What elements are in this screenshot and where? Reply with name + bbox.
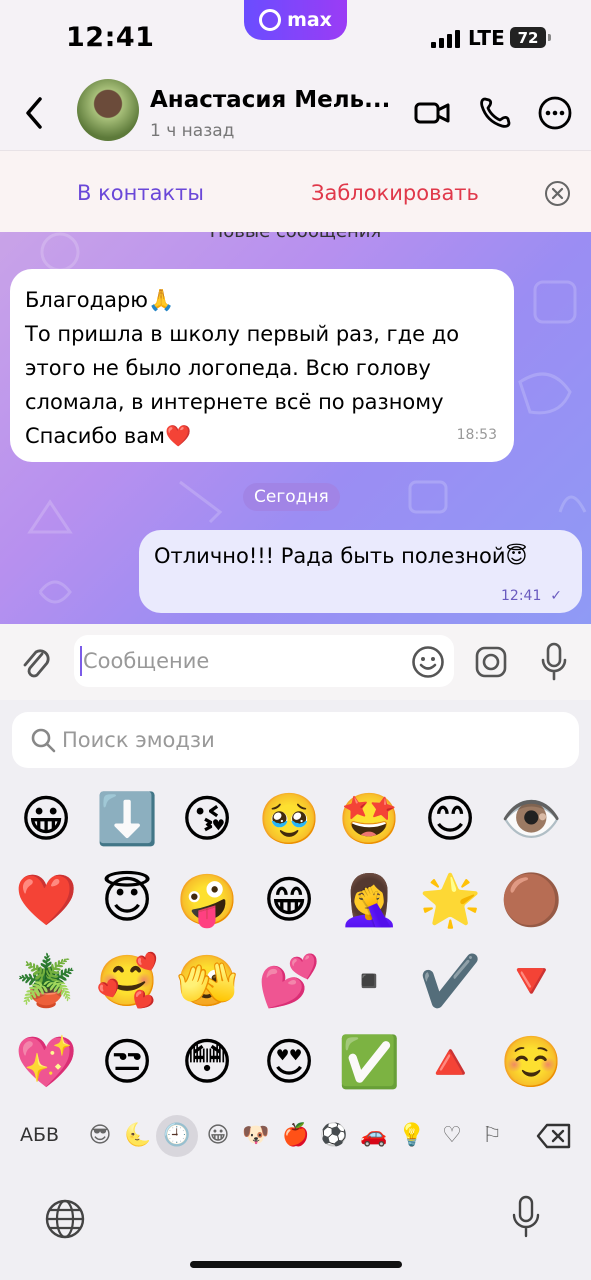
new-messages-divider: Новые сообщения: [0, 232, 591, 242]
emoji[interactable]: 🌟: [419, 869, 481, 931]
battery-level: 72: [517, 28, 539, 47]
date-chip: Сегодня: [243, 483, 340, 511]
avatar[interactable]: [77, 79, 139, 141]
emoji[interactable]: ❤️: [15, 869, 77, 931]
category-faces-icon[interactable]: 😀: [204, 1122, 232, 1150]
unknown-contact-bar: В контакты Заблокировать: [0, 150, 591, 232]
search-icon: [31, 728, 56, 753]
message-input[interactable]: [74, 635, 454, 687]
emoji[interactable]: ☺️: [500, 1031, 562, 1093]
emoji[interactable]: 🫣: [176, 950, 238, 1012]
emoji[interactable]: 😀: [15, 788, 77, 850]
sent-check-icon: ✓: [550, 588, 562, 604]
last-seen: 1 ч назад: [150, 121, 235, 141]
emoji[interactable]: ⬇️: [96, 788, 158, 850]
category-animals-icon[interactable]: 🐶: [242, 1122, 270, 1150]
emoji[interactable]: ✔️: [419, 950, 481, 1012]
emoji[interactable]: 😒: [96, 1031, 158, 1093]
category-night-icon[interactable]: 🌜: [124, 1122, 152, 1150]
message-composer: [0, 624, 591, 700]
network-type: LTE: [468, 26, 505, 50]
emoji[interactable]: 🤩: [338, 788, 400, 850]
emoji[interactable]: 😊: [419, 788, 481, 850]
message-line: сломала, в интернете всё по разному: [25, 390, 444, 414]
outgoing-message[interactable]: Отлично!!! Рада быть полезной😇 12:41 ✓: [139, 530, 582, 613]
emoji[interactable]: 💕: [258, 950, 320, 1012]
phone-icon[interactable]: [477, 95, 513, 131]
message-time: 18:53: [456, 427, 497, 443]
more-icon[interactable]: [537, 95, 573, 131]
category-objects-icon[interactable]: 💡: [398, 1122, 426, 1150]
emoji-row: 🪴 🥰 🫣 💕 ▪️ ✔️ 🔻: [0, 950, 591, 1030]
dictation-microphone-icon[interactable]: [511, 1194, 541, 1240]
category-travel-icon[interactable]: 🚗: [360, 1122, 388, 1150]
emoji-row: 💖 😒 😳 😍 ✅ 🔺 ☺️: [0, 1031, 591, 1111]
emoji[interactable]: 🟤: [500, 869, 562, 931]
incoming-message[interactable]: Благодарю🙏 То пришла в школу первый раз,…: [10, 269, 514, 462]
message-time: 12:41: [501, 588, 542, 604]
category-activity-icon[interactable]: ⚽: [320, 1122, 348, 1150]
category-smileys-icon[interactable]: 😎: [86, 1122, 114, 1150]
category-flags-icon[interactable]: ⚐: [478, 1122, 506, 1150]
backspace-icon[interactable]: [536, 1122, 572, 1150]
category-symbols-icon[interactable]: ♡: [438, 1122, 466, 1150]
back-icon[interactable]: [20, 93, 50, 133]
emoji[interactable]: 🤦‍♀️: [338, 869, 400, 931]
video-call-icon[interactable]: [414, 95, 450, 131]
max-app-badge[interactable]: max: [244, 0, 347, 40]
emoji[interactable]: 🔻: [500, 950, 562, 1012]
category-food-icon[interactable]: 🍎: [282, 1122, 310, 1150]
paperclip-icon[interactable]: [20, 644, 52, 682]
signal-icon: [431, 30, 460, 48]
emoji[interactable]: ▪️: [338, 950, 400, 1012]
chat-header: Анастасия Мель... 1 ч назад: [0, 75, 591, 150]
emoji[interactable]: 🔺: [419, 1031, 481, 1093]
message-meta: 12:41 ✓: [501, 588, 562, 604]
chat-area[interactable]: Новые сообщения Благодарю🙏 То пришла в ш…: [0, 232, 591, 624]
emoji[interactable]: 😳: [176, 1031, 238, 1093]
emoji-toggle-icon[interactable]: [411, 645, 445, 679]
alphabet-keyboard-button[interactable]: АБВ: [20, 1124, 59, 1146]
emoji[interactable]: 😇: [96, 869, 158, 931]
home-indicator[interactable]: [190, 1261, 402, 1268]
emoji-category-bar: АБВ 😎 🌜 🕘 😀 🐶 🍎 ⚽ 🚗 💡 ♡ ⚐: [0, 1112, 591, 1162]
emoji[interactable]: ✅: [338, 1031, 400, 1093]
text-cursor: [80, 646, 82, 676]
close-icon[interactable]: [544, 180, 571, 207]
status-bar: 12:41 max LTE 72: [0, 0, 591, 75]
emoji[interactable]: 😍: [258, 1031, 320, 1093]
emoji[interactable]: 🤪: [176, 869, 238, 931]
emoji[interactable]: 👁️: [500, 788, 562, 850]
category-recent-icon[interactable]: 🕘: [156, 1115, 198, 1157]
max-badge-label: max: [287, 9, 332, 31]
emoji-search-input[interactable]: [62, 712, 562, 768]
clock: 12:41: [66, 22, 155, 53]
emoji[interactable]: 💖: [15, 1031, 77, 1093]
contact-name[interactable]: Анастасия Мель...: [150, 87, 390, 113]
emoji[interactable]: 😁: [258, 869, 320, 931]
message-line: То пришла в школу первый раз, где до: [25, 322, 460, 346]
emoji[interactable]: 🪴: [15, 950, 77, 1012]
emoji[interactable]: 🥹: [258, 788, 320, 850]
block-button[interactable]: Заблокировать: [311, 181, 479, 205]
emoji[interactable]: 🥰: [96, 950, 158, 1012]
emoji[interactable]: 😘: [176, 788, 238, 850]
add-to-contacts-button[interactable]: В контакты: [77, 181, 204, 205]
emoji-search-box[interactable]: [12, 712, 579, 768]
message-line: этого не было логопеда. Всю голову: [25, 356, 431, 380]
globe-icon[interactable]: [44, 1198, 86, 1240]
microphone-icon[interactable]: [540, 642, 568, 682]
emoji-keyboard: 😀 ⬇️ 😘 🥹 🤩 😊 👁️ ❤️ 😇 🤪 😁 🤦‍♀️ 🌟 🟤 🪴 🥰 🫣 …: [0, 700, 591, 1280]
max-logo-icon: [259, 9, 282, 31]
message-text: Отлично!!! Рада быть полезной😇: [154, 544, 528, 568]
camera-icon[interactable]: [474, 645, 508, 679]
emoji-row: ❤️ 😇 🤪 😁 🤦‍♀️ 🌟 🟤: [0, 869, 591, 949]
emoji-row: 😀 ⬇️ 😘 🥹 🤩 😊 👁️: [0, 788, 591, 868]
message-line: Благодарю🙏: [25, 288, 175, 312]
message-line: Спасибо вам❤️: [25, 424, 192, 448]
battery-icon: 72: [510, 27, 551, 48]
